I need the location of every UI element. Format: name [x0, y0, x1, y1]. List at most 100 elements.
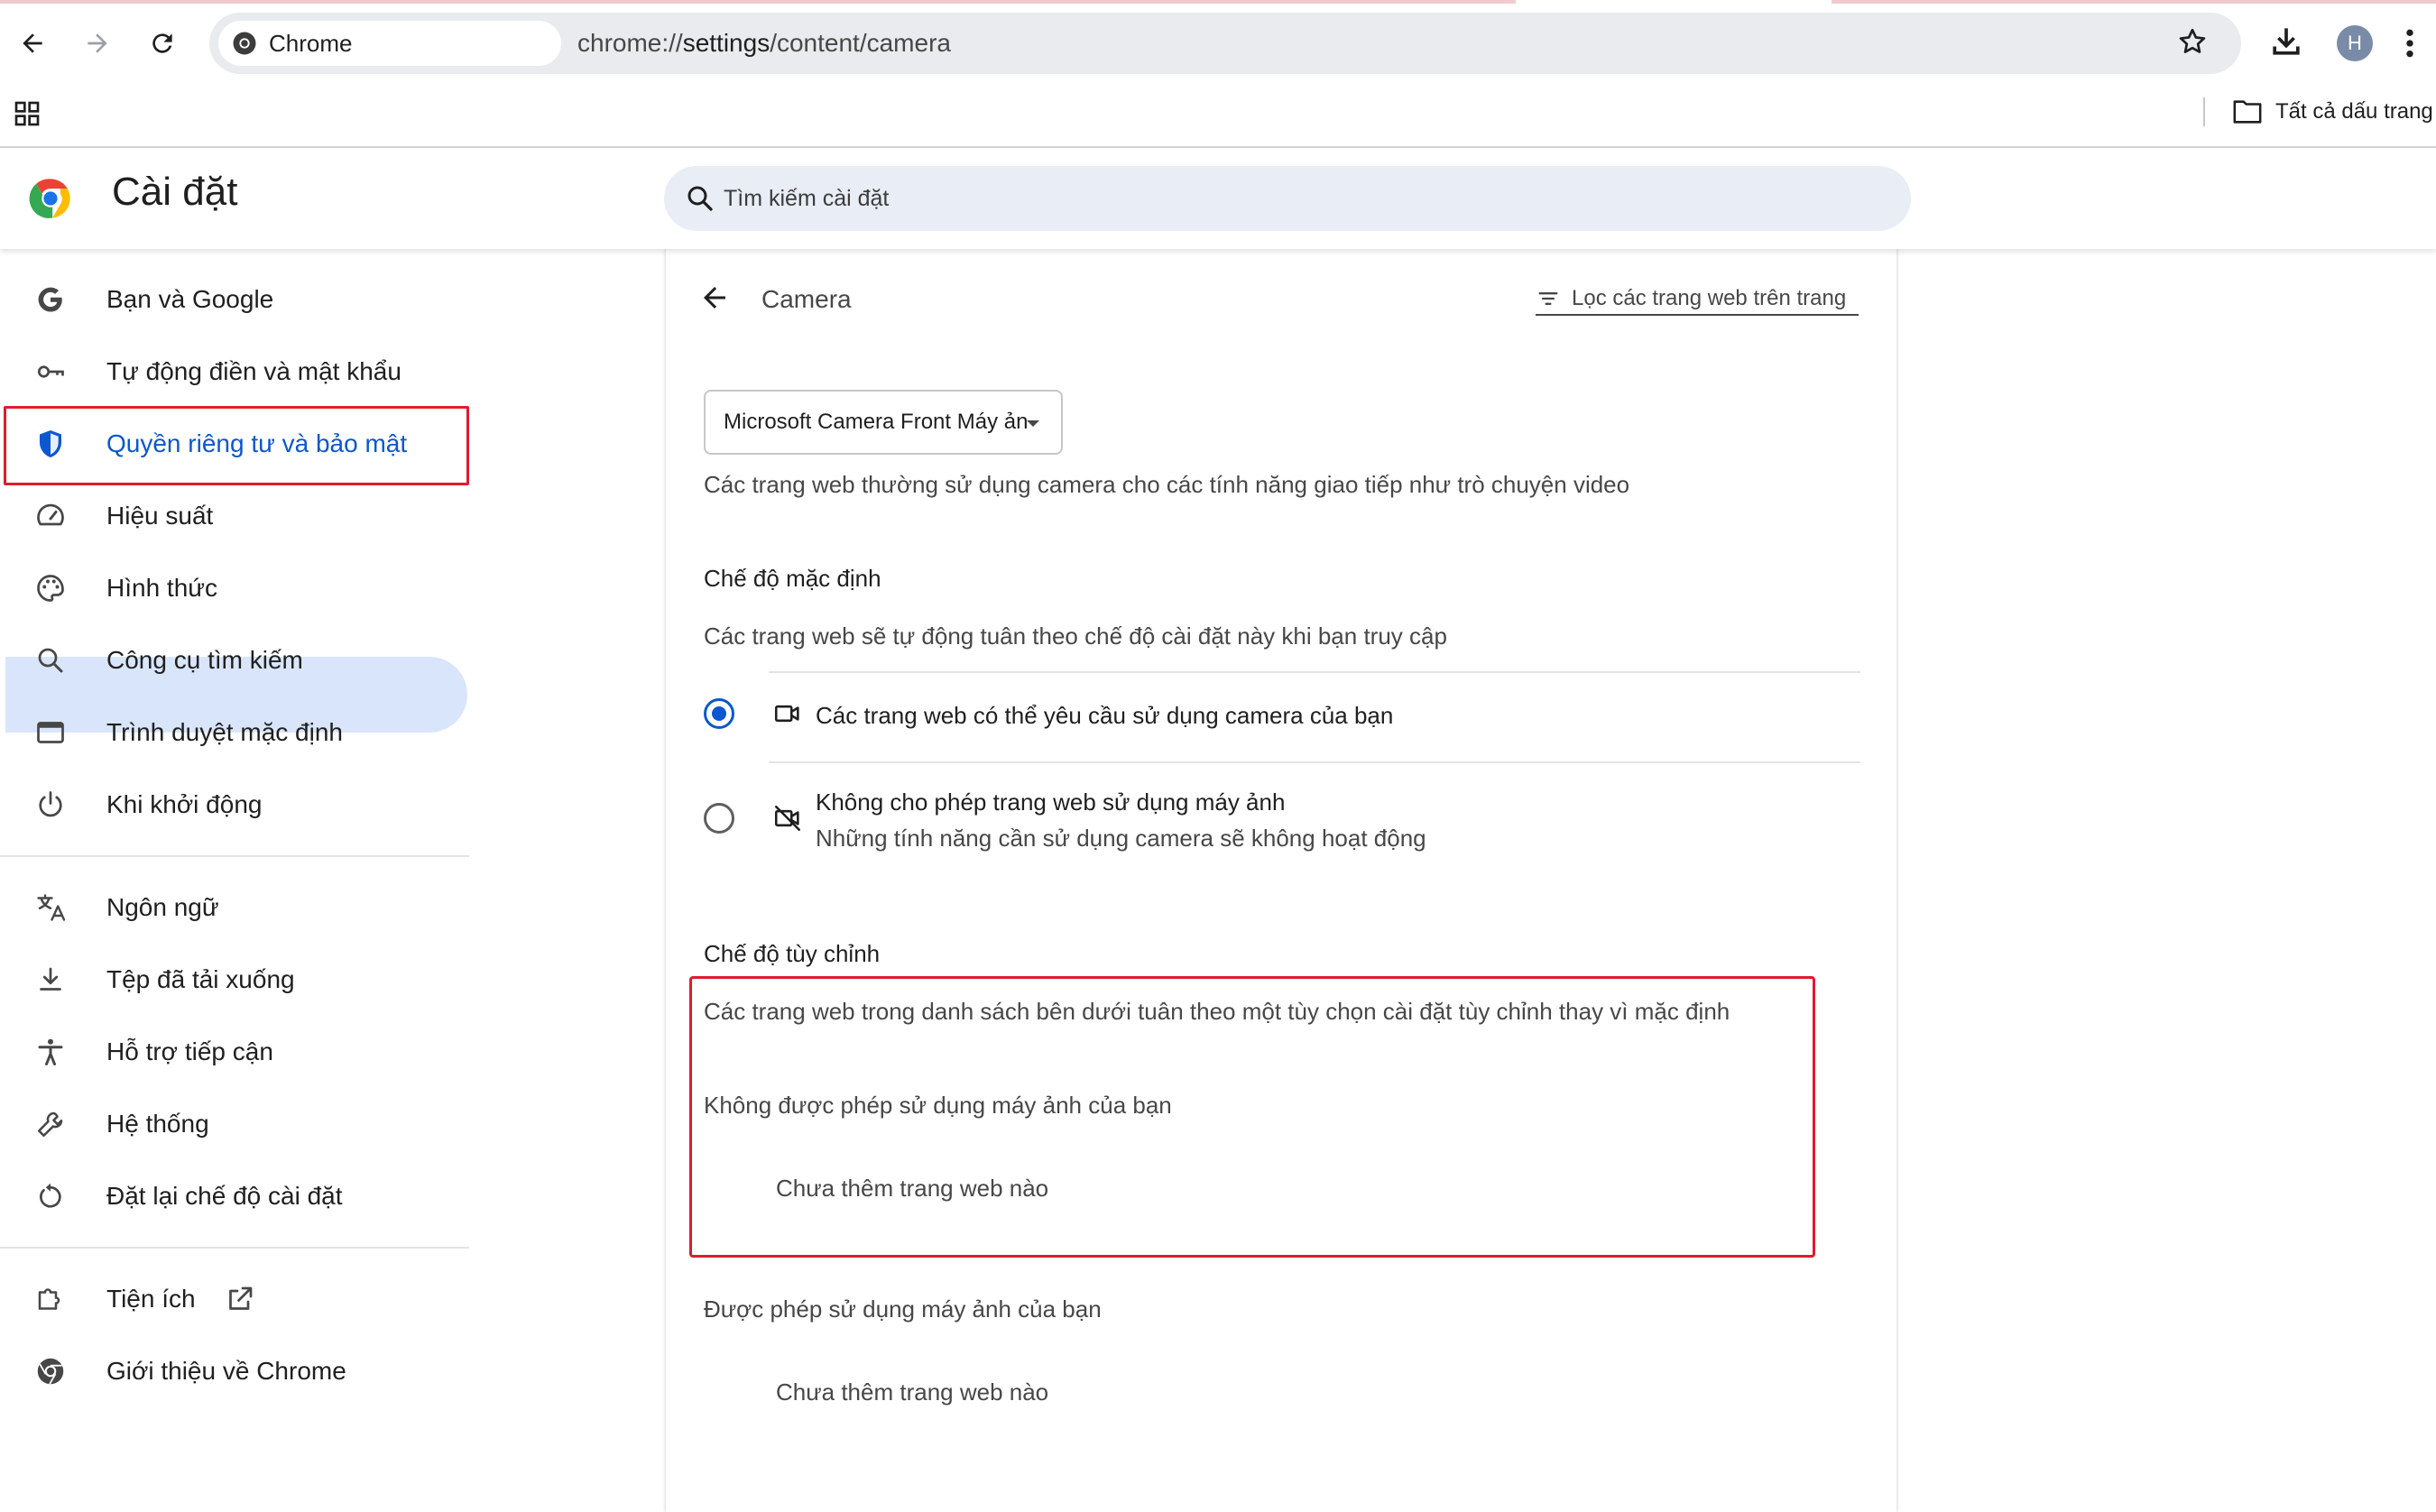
bookmarks-bar: Tất cả dấu trang [0, 87, 2436, 148]
arrow-left-icon [23, 33, 42, 53]
sidebar-item-label: Đặt lại chế độ cài đặt [106, 1182, 343, 1210]
sidebar-item-label: Hỗ trợ tiếp cận [106, 1037, 273, 1065]
camera-device-select[interactable]: Microsoft Camera Front Máy ản [704, 390, 1063, 455]
reload-button[interactable] [141, 22, 184, 65]
allowed-sites-empty: Chưa thêm trang web nào [776, 1378, 1049, 1406]
key-icon [37, 365, 64, 378]
power-icon [39, 791, 62, 817]
divider [769, 671, 1860, 673]
sidebar-item-label: Trình duyệt mặc định [106, 718, 343, 746]
star-icon [2179, 28, 2206, 53]
allow-camera-radio[interactable] [704, 698, 734, 729]
puzzle-icon [38, 1288, 60, 1310]
caret-down-icon [1027, 420, 1039, 427]
apps-button[interactable] [13, 99, 42, 128]
section-title: Camera [761, 285, 852, 313]
accessibility-icon [38, 1038, 63, 1065]
settings-header: Cài đặt [0, 150, 2436, 249]
sidebar-item-accessibility[interactable]: Hỗ trợ tiếp cận [0, 1016, 469, 1088]
annotation-highlight-box [4, 406, 469, 485]
settings-search[interactable] [664, 166, 1911, 231]
chrome-logo-icon [233, 32, 256, 55]
sidebar-item-label: Ngôn ngữ [106, 893, 219, 921]
browser-menu-button[interactable] [2404, 25, 2416, 61]
browser-toolbar: Chrome chrome://settings/content/camera … [0, 0, 2436, 87]
url-host: settings [682, 29, 770, 57]
back-button[interactable] [11, 22, 54, 65]
block-camera-radio[interactable] [704, 803, 734, 834]
sidebar-item-label: Giới thiệu về Chrome [106, 1357, 346, 1385]
blocked-sites-heading: Không được phép sử dụng máy ảnh của bạn [704, 1092, 1172, 1119]
url-scheme: chrome:// [577, 29, 683, 57]
sidebar-item-downloads[interactable]: Tệp đã tải xuống [0, 944, 469, 1016]
sidebar-item-performance[interactable]: Hiệu suất [0, 480, 469, 552]
search-icon [687, 186, 713, 211]
filter-sites-input[interactable]: Lọc các trang web trên trang [1536, 285, 1859, 316]
sidebar-item-you-and-google[interactable]: Bạn và Google [0, 263, 469, 336]
allow-camera-label: Các trang web có thể yêu cầu sử dụng cam… [816, 702, 1394, 729]
sidebar-item-system[interactable]: Hệ thống [0, 1088, 469, 1160]
sidebar-item-label: Công cụ tìm kiếm [106, 646, 303, 674]
sidebar-item-extensions[interactable]: Tiện ích [0, 1263, 469, 1335]
camera-intro-text: Các trang web thường sử dụng camera cho … [704, 471, 1630, 498]
block-camera-label: Không cho phép trang web sử dụng máy ảnh [816, 788, 1286, 816]
sidebar-divider [0, 1247, 469, 1249]
translate-icon [37, 894, 66, 921]
reset-icon [40, 1183, 61, 1208]
download-icon [40, 967, 61, 991]
bookmarks-divider [2203, 97, 2205, 126]
sidebar-item-label: Bạn và Google [106, 285, 274, 313]
download-icon [2273, 28, 2300, 55]
all-bookmarks-label: Tất cả dấu trang [2275, 99, 2433, 124]
tab-strip-segment [1832, 0, 2436, 4]
filter-icon [1538, 292, 1558, 305]
url-text[interactable]: chrome://settings/content/camera [577, 13, 951, 74]
address-bar[interactable]: Chrome chrome://settings/content/camera [209, 13, 2241, 74]
profile-avatar[interactable]: H [2337, 25, 2373, 61]
page-title: Cài đặt [112, 170, 238, 214]
sidebar-item-search-engine[interactable]: Công cụ tìm kiếm [0, 624, 469, 696]
sidebar-item-autofill[interactable]: Tự động điền và mật khẩu [0, 336, 469, 408]
videocam-icon [774, 705, 799, 723]
blocked-sites-empty: Chưa thêm trang web nào [776, 1175, 1049, 1202]
videocam-off-icon [774, 805, 801, 832]
sidebar-item-label: Tệp đã tải xuống [106, 965, 295, 993]
sidebar-item-label: Hình thức [106, 574, 218, 602]
sidebar-item-label: Khi khởi động [106, 790, 263, 818]
search-icon [38, 648, 63, 673]
camera-settings-card: Camera Lọc các trang web trên trang Micr… [666, 249, 1896, 1512]
url-path: /content/camera [770, 29, 951, 57]
camera-device-value: Microsoft Camera Front Máy ản [724, 410, 1029, 434]
tab-strip-segment [0, 0, 1516, 4]
sidebar-item-appearance[interactable]: Hình thức [0, 552, 469, 624]
wrench-icon [37, 1111, 63, 1138]
bookmark-star-button[interactable] [2176, 25, 2209, 58]
arrow-right-icon [88, 33, 107, 53]
sidebar-item-on-startup[interactable]: Khi khởi động [0, 769, 469, 841]
site-info-chip[interactable]: Chrome [218, 21, 561, 66]
back-to-site-settings-button[interactable] [698, 281, 731, 314]
downloads-button[interactable] [2266, 22, 2306, 61]
folder-icon [2233, 100, 2262, 124]
search-input[interactable] [724, 166, 1878, 231]
sidebar-item-default-browser[interactable]: Trình duyệt mặc định [0, 696, 469, 769]
all-bookmarks-button[interactable]: Tất cả dấu trang [2232, 87, 2433, 137]
sidebar-item-label: Tự động điền và mật khẩu [106, 357, 401, 385]
sidebar-item-label: Hệ thống [106, 1110, 209, 1138]
tab-strip [0, 0, 2436, 4]
sidebar-item-about-chrome[interactable]: Giới thiệu về Chrome [0, 1335, 469, 1407]
reload-icon [152, 33, 172, 53]
forward-button[interactable] [76, 22, 119, 65]
browser-window-icon [37, 722, 64, 743]
speedometer-icon [37, 503, 64, 526]
default-behavior-title: Chế độ mặc định [704, 565, 881, 592]
sidebar-item-reset-settings[interactable]: Đặt lại chế độ cài đặt [0, 1160, 469, 1232]
sidebar-item-label: Hiệu suất [106, 502, 214, 530]
default-behavior-desc: Các trang web sẽ tự động tuân theo chế đ… [704, 622, 1447, 650]
more-vert-icon [2406, 29, 2413, 58]
allowed-sites-heading: Được phép sử dụng máy ảnh của bạn [704, 1295, 1102, 1323]
sidebar-item-languages[interactable]: Ngôn ngữ [0, 871, 469, 944]
chrome-logo-icon [37, 1358, 64, 1385]
site-chip-label: Chrome [269, 29, 353, 57]
apps-grid-icon [14, 101, 40, 126]
